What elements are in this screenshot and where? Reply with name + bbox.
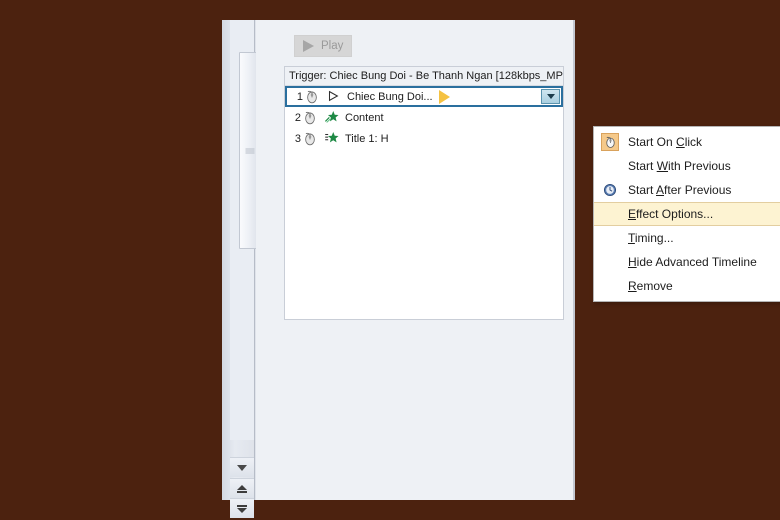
- chevron-down-icon: [546, 94, 555, 99]
- mouse-click-icon: [305, 89, 319, 104]
- menu-icon-placeholder: [601, 205, 619, 223]
- menu-item-label: Start On Click: [628, 135, 703, 149]
- double-down-icon: [237, 504, 247, 513]
- scrollbar-track[interactable]: [230, 20, 260, 440]
- play-triangle-icon: [303, 40, 314, 52]
- mouse-click-icon: [303, 110, 317, 125]
- menu-icon-placeholder: [601, 229, 619, 247]
- animation-row-2[interactable]: 2 Content: [285, 107, 563, 128]
- menu-item-label: Timing...: [628, 231, 674, 245]
- scrollbar-thumb-grip: [245, 148, 254, 153]
- pane-right-edge: [573, 20, 575, 500]
- slide-scrollbar[interactable]: [222, 20, 260, 518]
- menu-item-label: Start After Previous: [628, 183, 732, 197]
- row-number: 1: [296, 90, 303, 103]
- menu-item-remove[interactable]: Remove: [594, 274, 780, 298]
- animation-row-3[interactable]: 3 Title 1: H: [285, 128, 563, 149]
- menu-icon-placeholder: [601, 253, 619, 271]
- play-button[interactable]: Play: [294, 35, 352, 57]
- triangle-down-icon: [237, 464, 247, 471]
- clock-icon: [601, 181, 619, 199]
- double-up-icon: [237, 484, 247, 493]
- play-button-label: Play: [321, 40, 344, 52]
- menu-item-label: Remove: [628, 279, 673, 293]
- trigger-header[interactable]: Trigger: Chiec Bung Doi - Be Thanh Ngan …: [285, 67, 563, 86]
- menu-item-label: Hide Advanced Timeline: [628, 255, 757, 269]
- menu-item-start-after-previous[interactable]: Start After Previous: [594, 178, 780, 202]
- menu-icon-placeholder: [601, 277, 619, 295]
- next-slide-button[interactable]: [230, 498, 254, 518]
- menu-icon-placeholder: [601, 157, 619, 175]
- row-number: 2: [294, 111, 301, 124]
- menu-item-effect-options[interactable]: Effect Options...: [594, 202, 780, 226]
- mouse-click-icon: [601, 133, 619, 151]
- trigger-header-label: Trigger: Chiec Bung Doi - Be Thanh Ngan …: [289, 70, 563, 82]
- exit-star-icon: [324, 131, 340, 146]
- menu-item-timing[interactable]: Timing...: [594, 226, 780, 250]
- menu-item-label: Effect Options...: [628, 207, 714, 221]
- mouse-click-icon: [303, 131, 317, 146]
- menu-item-label: Start With Previous: [628, 159, 731, 173]
- media-play-icon: [326, 89, 342, 104]
- animation-row-1[interactable]: 1 Chiec Bung Doi...: [285, 86, 563, 107]
- menu-item-hide-advanced-timeline[interactable]: Hide Advanced Timeline: [594, 250, 780, 274]
- scroll-down-button[interactable]: [230, 457, 254, 477]
- menu-item-start-with-previous[interactable]: Start With Previous: [594, 154, 780, 178]
- animation-row-label: Title 1: H: [345, 132, 389, 145]
- animation-row-label: Chiec Bung Doi...: [347, 90, 433, 103]
- application-window: Play Trigger: Chiec Bung Doi - Be Thanh …: [222, 20, 780, 518]
- animation-list[interactable]: Trigger: Chiec Bung Doi - Be Thanh Ngan …: [284, 66, 564, 320]
- media-timeline-triangle-icon[interactable]: [438, 89, 450, 104]
- animation-row-label: Content: [345, 111, 384, 124]
- previous-slide-button[interactable]: [230, 478, 254, 498]
- row-dropdown-button[interactable]: [541, 89, 560, 104]
- menu-item-start-on-click[interactable]: Start On Click: [594, 130, 780, 154]
- animation-context-menu[interactable]: Start On Click Start With Previous Start…: [593, 126, 780, 302]
- row-number: 3: [294, 132, 301, 145]
- entrance-star-icon: [324, 110, 340, 125]
- animation-pane: Play Trigger: Chiec Bung Doi - Be Thanh …: [256, 20, 574, 500]
